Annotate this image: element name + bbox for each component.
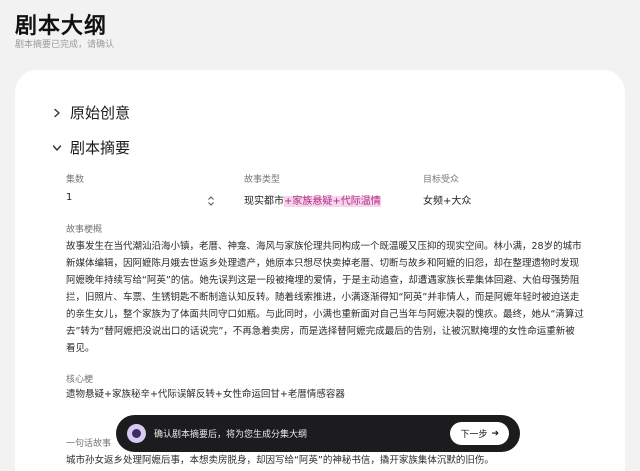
page-title: 剧本大纲 [15,14,108,39]
synopsis-text[interactable]: 故事发生在当代潮汕沿海小镇，老厝、神龛、海风与家族伦理共同构成一个既温暖又压抑的… [66,238,584,357]
story-type-highlight: +家族悬疑+代际温情 [284,196,381,207]
section-original-idea[interactable]: 原始创意 [52,102,130,123]
story-type-label: 故事类型 [244,175,281,185]
story-type-value[interactable]: 现实都市+家族悬疑+代际温情 [244,192,381,207]
episodes-label: 集数 [66,175,85,185]
toast-message: 确认剧本摘要后，将为您生成分集大纲 [154,430,308,440]
assistant-avatar [127,424,146,443]
oneliner-text[interactable]: 城市孙女返乡处理阿嬷后事，本想卖房脱身，却因写给“阿英”的神秘书信，撬开家族集体… [66,452,584,469]
next-step-label: 下一步 [460,430,488,440]
section-summary-label: 剧本摘要 [70,139,131,157]
next-step-button[interactable]: 下一步 ➔ [450,422,509,445]
audience-value[interactable]: 女频+大众 [423,192,471,207]
audience-label: 目标受众 [423,175,460,185]
confirm-toast: 确认剧本摘要后，将为您生成分集大纲 下一步 ➔ [116,415,520,452]
section-summary[interactable]: 剧本摘要 [52,137,130,158]
chevron-down-icon [52,143,62,153]
page-subtitle: 剧本摘要已完成，请确认 [15,40,115,50]
episodes-stepper[interactable] [206,192,216,206]
chevron-right-icon [52,108,62,118]
section-original-idea-label: 原始创意 [70,104,131,122]
oneliner-label: 一句话故事 [66,439,112,449]
arrow-right-icon: ➔ [491,428,499,439]
core-label: 核心梗 [66,375,94,385]
core-text[interactable]: 遗物悬疑+家族秘辛+代际误解反转+女性命运回甘+老厝情感容器 [66,386,584,403]
episodes-input[interactable]: 1 [66,192,216,203]
synopsis-label: 故事梗概 [66,225,103,235]
story-type-plain: 现实都市 [244,196,284,207]
